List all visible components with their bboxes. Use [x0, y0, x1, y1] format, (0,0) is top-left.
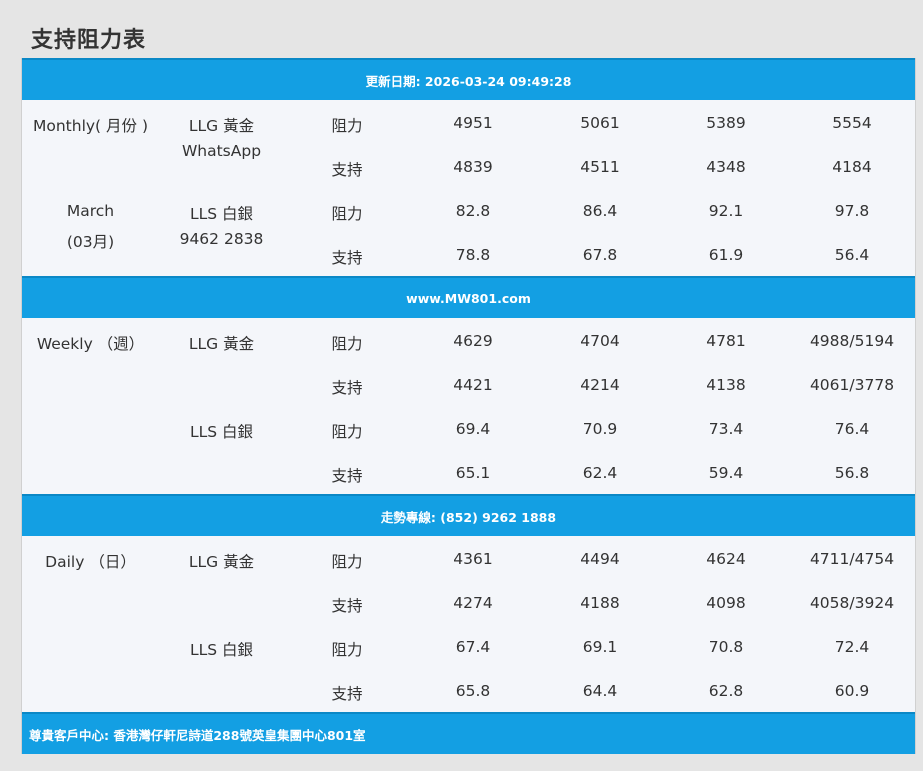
daily-row-0-value-3: 4624	[706, 550, 746, 568]
monthly-row-1-value-1: 4839	[453, 158, 493, 176]
weekly-row-1-value-4: 4061/3778	[809, 376, 895, 394]
monthly-row-2-type: 阻力	[331, 205, 363, 223]
weekly-row-0-value-2: 4704	[580, 332, 620, 350]
monthly-row-2-value-4: 97.8	[834, 202, 870, 220]
weekly-row-2-value-1: 69.4	[455, 420, 491, 438]
monthly-period-label: Monthly( 月份 )	[32, 117, 148, 135]
address-banner: 尊貴客戶中心: 香港灣仔軒尼詩道288號英皇集團中心801室	[22, 712, 915, 754]
monthly-row-0-value-4: 5554	[832, 114, 872, 132]
weekly-row-0-value-4: 4988/5194	[809, 332, 895, 350]
monthly-row-3-value-3: 61.9	[708, 246, 744, 264]
weekly-row-1-value-1: 4421	[453, 376, 493, 394]
monthly-row-0-type: 阻力	[331, 117, 363, 135]
monthly-row-3-value-4: 56.4	[834, 246, 870, 264]
weekly-row-3-type: 支持	[331, 467, 363, 485]
monthly-row-0-value-3: 5389	[706, 114, 746, 132]
weekly-row-2-type: 阻力	[331, 423, 363, 441]
monthly-row-2-value-1: 82.8	[455, 202, 491, 220]
monthly-llg-label: LLG 黃金	[188, 117, 255, 135]
monthly-row-3-value-2: 67.8	[582, 246, 618, 264]
weekly-row-3-value-1: 65.1	[455, 464, 491, 482]
monthly-month-label: March	[66, 202, 115, 220]
daily-row-3-value-2: 64.4	[582, 682, 618, 700]
monthly-llg-sub: WhatsApp	[181, 142, 262, 160]
update-date-banner: 更新日期: 2026-03-24 09:49:28	[22, 58, 915, 100]
daily-row-1-value-3: 4098	[706, 594, 746, 612]
daily-row-0-type: 阻力	[331, 553, 363, 571]
daily-row-3-value-4: 60.9	[834, 682, 870, 700]
weekly-period-label: Weekly （週）	[36, 335, 145, 353]
daily-row-1-value-4: 4058/3924	[809, 594, 895, 612]
daily-lls-label: LLS 白銀	[189, 641, 254, 659]
weekly-row-2-value-4: 76.4	[834, 420, 870, 438]
daily-row-2-value-3: 70.8	[708, 638, 744, 656]
monthly-row-0-value-1: 4951	[453, 114, 493, 132]
weekly-row-1-value-2: 4214	[580, 376, 620, 394]
daily-llg-label: LLG 黃金	[188, 553, 255, 571]
daily-row-3-value-1: 65.8	[455, 682, 491, 700]
hotline-banner: 走勢專線: (852) 9262 1888	[22, 494, 915, 536]
weekly-row-1-type: 支持	[331, 379, 363, 397]
daily-row-0-value-4: 4711/4754	[809, 550, 895, 568]
weekly-row-2-value-3: 73.4	[708, 420, 744, 438]
support-resistance-table: 更新日期: 2026-03-24 09:49:28 Monthly( 月份 ) …	[21, 58, 916, 754]
monthly-lls-label: LLS 白銀	[189, 205, 254, 223]
monthly-lls-sub: 9462 2838	[179, 230, 264, 248]
weekly-row-0-value-3: 4781	[706, 332, 746, 350]
weekly-row-0-value-1: 4629	[453, 332, 493, 350]
daily-row-3-type: 支持	[331, 685, 363, 703]
daily-row-2-type: 阻力	[331, 641, 363, 659]
daily-row-1-value-1: 4274	[453, 594, 493, 612]
page: 支持阻力表 更新日期: 2026-03-24 09:49:28 Monthly(…	[0, 0, 923, 771]
weekly-llg-label: LLG 黃金	[188, 335, 255, 353]
daily-row-0-value-2: 4494	[580, 550, 620, 568]
daily-row-1-value-2: 4188	[580, 594, 620, 612]
website-banner: www.MW801.com	[22, 276, 915, 318]
weekly-row-1-value-3: 4138	[706, 376, 746, 394]
daily-row-1-type: 支持	[331, 597, 363, 615]
weekly-row-0-type: 阻力	[331, 335, 363, 353]
daily-row-2-value-4: 72.4	[834, 638, 870, 656]
monthly-row-1-value-4: 4184	[832, 158, 872, 176]
daily-row-3-value-3: 62.8	[708, 682, 744, 700]
monthly-row-3-type: 支持	[331, 249, 363, 267]
monthly-row-2-value-2: 86.4	[582, 202, 618, 220]
daily-period-label: Daily （日）	[45, 553, 136, 571]
daily-row-2-value-1: 67.4	[455, 638, 491, 656]
daily-row-0-value-1: 4361	[453, 550, 493, 568]
weekly-row-3-value-2: 62.4	[582, 464, 618, 482]
monthly-row-1-value-2: 4511	[580, 158, 620, 176]
weekly-row-3-value-4: 56.8	[834, 464, 870, 482]
weekly-lls-label: LLS 白銀	[189, 423, 254, 441]
monthly-row-1-type: 支持	[331, 161, 363, 179]
monthly-row-2-value-3: 92.1	[708, 202, 744, 220]
weekly-row-3-value-3: 59.4	[708, 464, 744, 482]
monthly-row-1-value-3: 4348	[706, 158, 746, 176]
monthly-row-0-value-2: 5061	[580, 114, 620, 132]
monthly-row-3-value-1: 78.8	[455, 246, 491, 264]
weekly-row-2-value-2: 70.9	[582, 420, 618, 438]
page-title: 支持阻力表	[31, 28, 147, 53]
daily-row-2-value-2: 69.1	[582, 638, 618, 656]
monthly-month-sub: (03月)	[66, 233, 115, 251]
